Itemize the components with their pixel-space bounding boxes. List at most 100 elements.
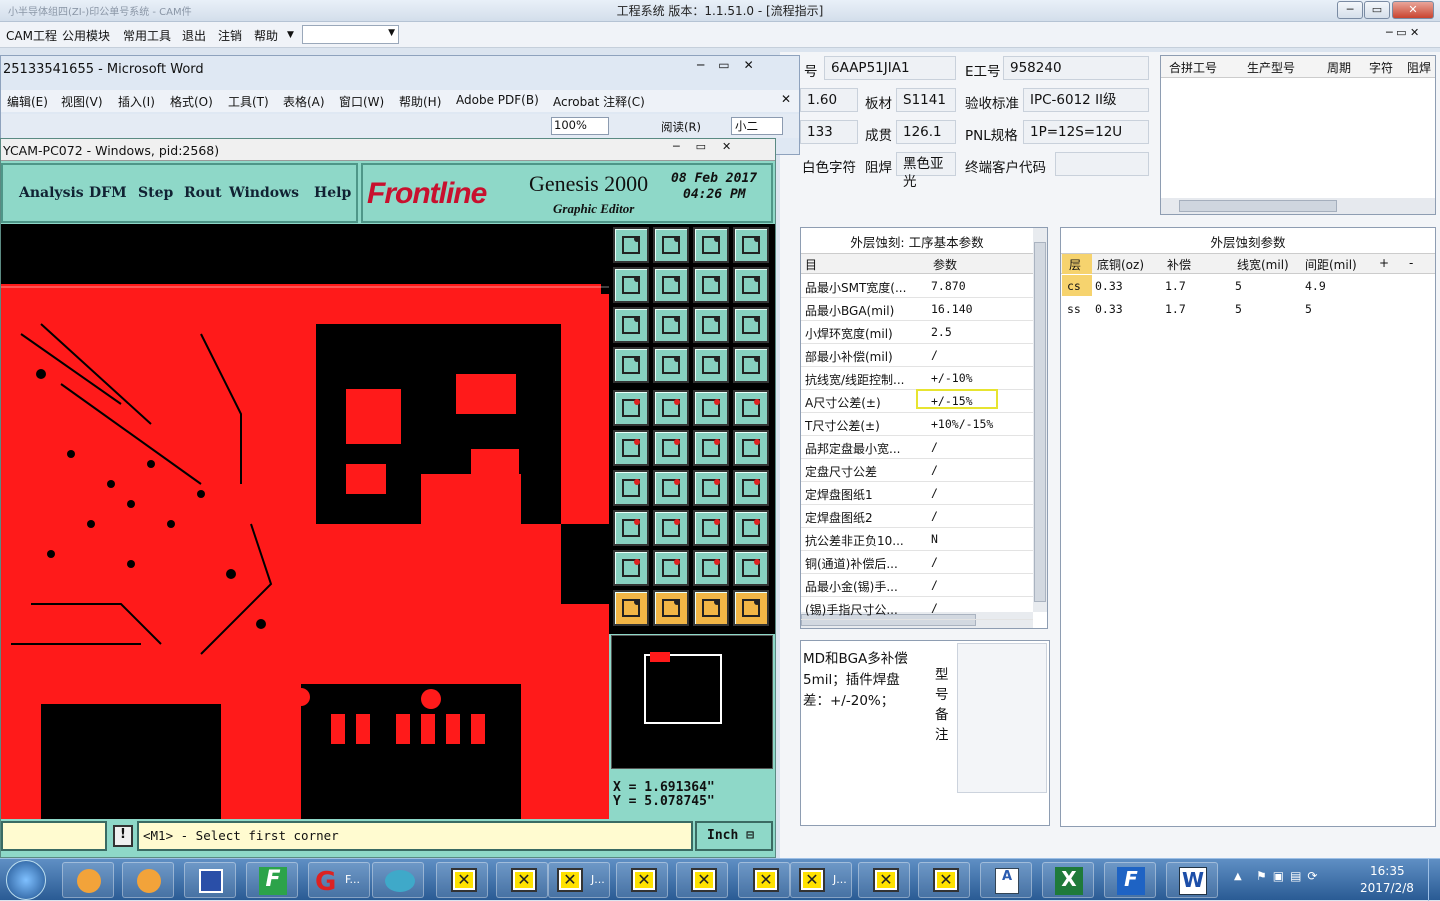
notes-area[interactable]: MD和BGA多补偿 5mil；插件焊盘 差：+/-20%； 型号备注 bbox=[800, 640, 1050, 826]
field-thickness[interactable]: 1.60 bbox=[800, 88, 858, 112]
menu-step[interactable]: Step bbox=[138, 185, 173, 201]
mirror-icon[interactable] bbox=[733, 470, 769, 506]
zoom-right-icon[interactable] bbox=[653, 267, 689, 303]
param-value[interactable]: 7.870 bbox=[931, 279, 966, 293]
genesis-window-controls[interactable]: ─▭✕ bbox=[673, 140, 747, 153]
home-icon[interactable] bbox=[693, 227, 729, 263]
field-f6[interactable]: 133 bbox=[800, 120, 858, 144]
param-value[interactable]: 16.140 bbox=[931, 302, 973, 316]
cell[interactable]: 0.33 bbox=[1095, 279, 1123, 293]
field-customer-code[interactable] bbox=[1055, 152, 1149, 176]
command-input[interactable] bbox=[1, 821, 107, 851]
col-comp[interactable]: 补偿 bbox=[1167, 256, 1191, 273]
taskbar-app[interactable]: W bbox=[1166, 862, 1218, 898]
col-base-copper[interactable]: 底铜(oz) bbox=[1097, 256, 1144, 273]
param-value[interactable]: +10%/-15% bbox=[931, 417, 993, 431]
menu-help-genesis[interactable]: Help bbox=[314, 185, 351, 201]
feature-icon[interactable] bbox=[613, 390, 649, 426]
tools-icon[interactable] bbox=[613, 347, 649, 383]
menu-dfm[interactable]: DFM bbox=[89, 185, 127, 201]
field-pnl[interactable]: 1P=12S=12U bbox=[1023, 120, 1149, 144]
cut-icon[interactable] bbox=[653, 510, 689, 546]
param-value[interactable]: 2.5 bbox=[931, 325, 952, 339]
param-value[interactable]: / bbox=[931, 601, 938, 615]
taskbar-app[interactable]: J... bbox=[790, 862, 852, 898]
param-name[interactable]: 品最小金(锡)手... bbox=[805, 578, 898, 595]
word-menu-window[interactable]: 窗口(W) bbox=[339, 93, 384, 110]
move-icon[interactable] bbox=[613, 510, 649, 546]
param-value[interactable]: / bbox=[931, 440, 938, 454]
param-name[interactable]: 抗公差非正负10... bbox=[805, 532, 904, 549]
menu-cam[interactable]: CAM工程 bbox=[6, 27, 57, 44]
param-name[interactable]: A尺寸公差(±) bbox=[805, 394, 881, 411]
help-icon[interactable] bbox=[733, 307, 769, 343]
col-mask[interactable]: 阻焊 bbox=[1407, 59, 1431, 76]
param-name[interactable]: 品最小SMT宽度(... bbox=[805, 279, 906, 296]
taskbar-app[interactable]: G F... bbox=[308, 862, 370, 898]
minimize-button[interactable]: ─ bbox=[1337, 1, 1363, 19]
zoom-select[interactable]: 100% bbox=[551, 117, 609, 135]
param-value[interactable]: / bbox=[931, 463, 938, 477]
font-size-select[interactable]: 小二 bbox=[731, 117, 783, 135]
word-menu-tools[interactable]: 工具(T) bbox=[228, 93, 269, 110]
param-name[interactable]: 定焊盘图纸2 bbox=[805, 509, 873, 526]
param-name[interactable]: 抗线宽/线距控制... bbox=[805, 371, 905, 388]
taskbar-app[interactable]: J... bbox=[548, 862, 610, 898]
line-icon[interactable] bbox=[693, 430, 729, 466]
window-icon[interactable] bbox=[733, 227, 769, 263]
cell[interactable]: ss bbox=[1067, 302, 1081, 316]
arrow-a-icon[interactable] bbox=[653, 550, 689, 586]
param-name[interactable]: 部最小补偿(mil) bbox=[805, 348, 893, 365]
param-value[interactable]: / bbox=[931, 486, 938, 500]
start-button[interactable] bbox=[6, 860, 46, 900]
cell[interactable]: cs bbox=[1067, 279, 1081, 293]
word-window-controls[interactable]: ─▭✕ bbox=[697, 58, 793, 76]
field-material[interactable]: S1141 bbox=[896, 88, 956, 112]
taskbar-app[interactable]: F bbox=[1104, 862, 1156, 898]
toolbar-combo[interactable]: ▼ bbox=[302, 25, 399, 44]
field-part-no[interactable]: 6AAP51JIA1 bbox=[824, 56, 956, 80]
menu-windows[interactable]: Windows bbox=[229, 185, 299, 201]
taskbar-app[interactable]: F bbox=[246, 862, 298, 898]
cell[interactable]: 1.7 bbox=[1165, 302, 1186, 316]
word-menu-edit[interactable]: 编辑(E) bbox=[7, 93, 48, 110]
param-name[interactable]: 品最小BGA(mil) bbox=[805, 302, 894, 319]
etch-params-grid[interactable]: 外层蚀刻参数 层 底铜(oz) 补偿 线宽(mil) 间距(mil) + - c… bbox=[1060, 227, 1436, 827]
polygon-icon[interactable] bbox=[653, 390, 689, 426]
maximize-button[interactable]: ▭ bbox=[1364, 1, 1390, 19]
taskbar-app[interactable] bbox=[372, 862, 424, 898]
zoom-fit-icon[interactable] bbox=[653, 307, 689, 343]
word-menu-format[interactable]: 格式(O) bbox=[170, 93, 213, 110]
alert-icon[interactable]: ! bbox=[113, 825, 133, 847]
menu-exit[interactable]: 退出 bbox=[182, 27, 206, 44]
field-standard[interactable]: IPC-6012 II级 bbox=[1023, 88, 1149, 112]
pad-icon[interactable] bbox=[733, 390, 769, 426]
triangle-icon[interactable] bbox=[613, 550, 649, 586]
cell[interactable]: 4.9 bbox=[1305, 279, 1326, 293]
param-value[interactable]: / bbox=[931, 348, 938, 362]
pcb-canvas[interactable] bbox=[1, 224, 609, 819]
remove-col-button[interactable]: - bbox=[1409, 256, 1413, 270]
taskbar-app[interactable] bbox=[496, 862, 548, 898]
param-value[interactable]: / bbox=[931, 555, 938, 569]
taskbar-app[interactable] bbox=[738, 862, 790, 898]
field-f7[interactable]: 126.1 bbox=[896, 120, 956, 144]
clock-time[interactable]: 16:35 bbox=[1370, 864, 1405, 878]
draw-icon[interactable] bbox=[653, 470, 689, 506]
word-menu-insert[interactable]: 插入(I) bbox=[118, 93, 155, 110]
zoom-left-icon[interactable] bbox=[613, 267, 649, 303]
taskbar-app[interactable] bbox=[122, 862, 174, 898]
word-doc-close[interactable]: ✕ bbox=[781, 92, 791, 106]
param-name[interactable]: 定盘尺寸公差 bbox=[805, 463, 877, 480]
cell[interactable]: 5 bbox=[1305, 302, 1312, 316]
cell[interactable]: 5 bbox=[1235, 302, 1242, 316]
add-col-button[interactable]: + bbox=[1379, 256, 1389, 270]
menu-logout[interactable]: 注销 bbox=[218, 27, 242, 44]
line-alt-icon[interactable] bbox=[733, 430, 769, 466]
pointer-icon[interactable] bbox=[613, 590, 649, 626]
ratio-icon[interactable] bbox=[693, 307, 729, 343]
param-name[interactable]: 品邦定盘最小宽... bbox=[805, 440, 900, 457]
show-desktop-button[interactable] bbox=[1428, 859, 1440, 901]
col-model[interactable]: 生产型号 bbox=[1247, 59, 1295, 76]
layers-icon[interactable] bbox=[693, 347, 729, 383]
